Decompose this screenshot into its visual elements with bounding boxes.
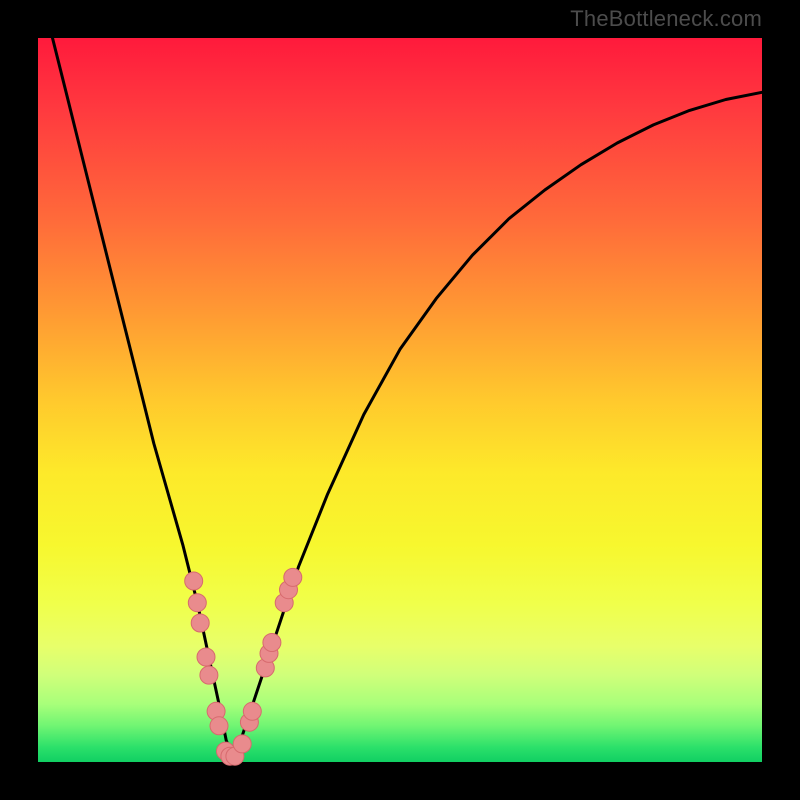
curve-marker [197, 648, 215, 666]
plot-area [38, 38, 762, 762]
chart-svg [38, 38, 762, 762]
curve-marker [243, 702, 261, 720]
curve-marker [284, 568, 302, 586]
curve-marker [233, 735, 251, 753]
curve-marker [188, 594, 206, 612]
curve-marker [185, 572, 203, 590]
curve-marker [263, 634, 281, 652]
bottleneck-curve [53, 38, 763, 758]
curve-marker [210, 717, 228, 735]
chart-frame: TheBottleneck.com [0, 0, 800, 800]
curve-marker [200, 666, 218, 684]
watermark-text: TheBottleneck.com [570, 6, 762, 32]
curve-markers [185, 568, 302, 765]
curve-marker [191, 614, 209, 632]
